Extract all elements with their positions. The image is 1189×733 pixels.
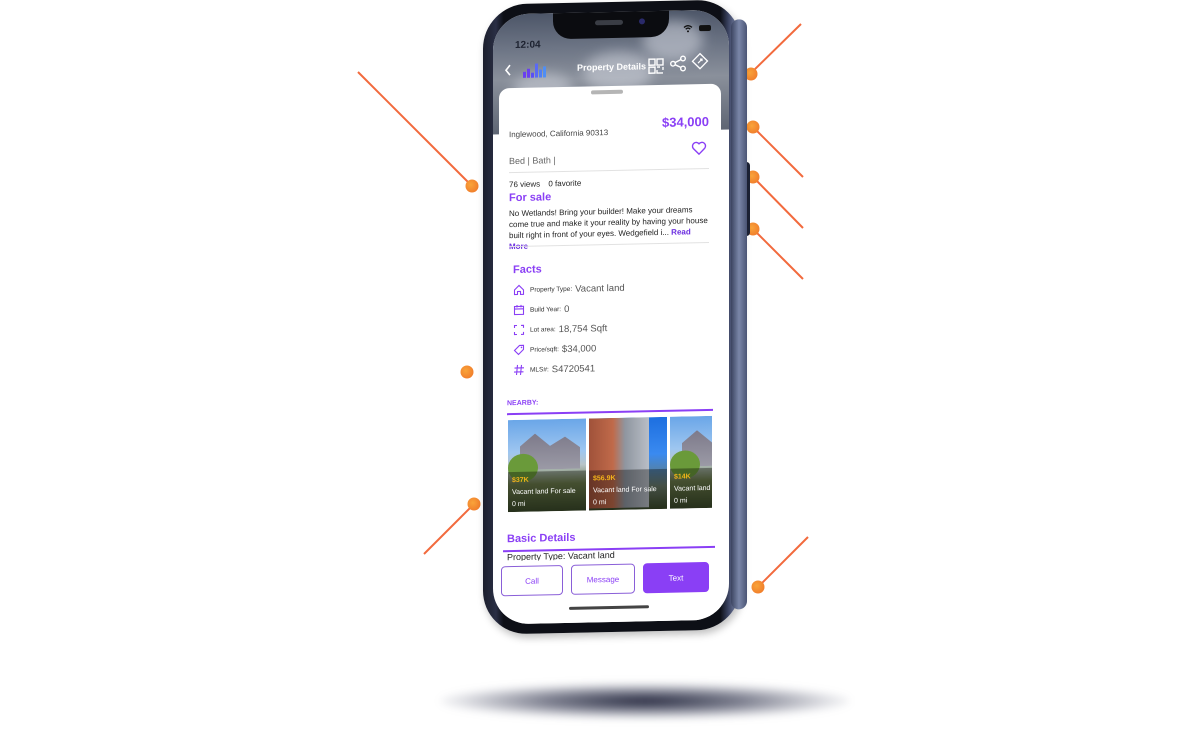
fact-value: $34,000 [561, 342, 597, 355]
property-price: $34,000 [662, 113, 709, 130]
front-camera [639, 18, 645, 25]
nearby-heading: NEARBY: [507, 399, 539, 408]
callout-left-3 [310, 497, 481, 555]
callout-left-2 [280, 365, 474, 379]
property-address: Inglewood, California 90313 [509, 128, 609, 140]
callout-right-2 [746, 120, 912, 178]
share-icon[interactable] [669, 54, 687, 72]
text-button[interactable]: Text [643, 561, 709, 594]
fact-value: 0 [564, 303, 570, 315]
nearby-divider [507, 408, 713, 415]
fact-label: Lot area [530, 325, 554, 334]
home-indicator[interactable] [569, 605, 649, 610]
tag-icon[interactable] [691, 52, 709, 70]
callout-right-5 [751, 536, 918, 594]
callout-left-1 [250, 71, 479, 193]
nearby-distance: 0 mi [512, 500, 526, 509]
status-icons [683, 24, 711, 33]
hash-icon [514, 364, 524, 376]
fact-label: Price/sqft [530, 345, 558, 354]
back-button[interactable] [503, 63, 517, 79]
views-count: 76 views [509, 179, 541, 190]
fact-value: 18,754 Sqft [558, 322, 608, 335]
phone-frame: 12:04 Property Details Inglewood, Califo… [483, 0, 747, 635]
nearby-card[interactable]: $56.9K Vacant land For sale 0 mi [589, 416, 667, 511]
fact-label: MLS# [530, 365, 547, 374]
heart-icon[interactable] [691, 140, 707, 156]
nearby-card[interactable]: $14K Vacant land For sale 0 mi [670, 415, 712, 509]
nearby-distance: 0 mi [593, 499, 607, 507]
bed-bath-info: Bed | Bath | [509, 155, 556, 167]
notch [553, 9, 669, 40]
message-button[interactable]: Message [571, 563, 635, 595]
fact-label: Property Type [530, 285, 571, 294]
battery-icon [699, 24, 711, 32]
status-time: 12:04 [515, 39, 541, 52]
phone-floor-shadow [440, 683, 850, 719]
divider [509, 167, 709, 174]
nearby-price: $14K [674, 473, 691, 481]
wifi-icon [683, 25, 693, 33]
call-button[interactable]: Call [501, 565, 563, 597]
fact-label: Build Year [530, 305, 560, 314]
views-favorites: 76 views 0 favorite [509, 179, 581, 190]
basic-details-row: Property Type: Vacant land [507, 549, 615, 562]
brand-logo[interactable] [521, 61, 551, 80]
page-title: Property Details [577, 61, 647, 73]
fact-value: S4720541 [551, 362, 596, 375]
phone-side-rail [731, 19, 747, 610]
sheet-grabber[interactable] [591, 89, 623, 95]
expand-icon [513, 324, 525, 336]
nearby-card[interactable]: $37K Vacant land For sale 0 mi [508, 418, 586, 513]
property-details-sheet: Inglewood, California 90313 $34,000 Bed … [499, 83, 721, 625]
fact-price-sqft: Price/sqft: $34,000 [513, 342, 596, 356]
home-icon [513, 284, 525, 296]
fact-mls: MLS#: S4720541 [513, 362, 595, 376]
callout-right-1 [744, 23, 912, 81]
price-tag-icon [513, 344, 525, 356]
speaker [595, 19, 623, 26]
facts-heading: Facts [513, 263, 542, 277]
nearby-type: Vacant land For sale [674, 484, 712, 493]
app-header: Property Details [493, 52, 729, 85]
status-heading: For sale [509, 191, 552, 205]
callout-right-4 [746, 222, 912, 280]
favorite-count: 0 favorite [548, 178, 582, 189]
fact-build-year: Build Year: 0 [513, 303, 569, 316]
callout-right-3 [746, 170, 992, 229]
nearby-price: $37K [512, 476, 529, 485]
fact-property-type: Property Type: Vacant land [513, 282, 625, 296]
calendar-icon [513, 304, 525, 316]
fact-lot-area: Lot area: 18,754 Sqft [513, 322, 607, 336]
nearby-distance: 0 mi [674, 497, 688, 505]
nearby-type: Vacant land For sale [512, 487, 576, 497]
nearby-type: Vacant land For sale [593, 486, 657, 495]
chevron-left-icon [504, 64, 511, 76]
basic-details-heading: Basic Details [507, 531, 576, 546]
nearby-price: $56.9K [593, 474, 616, 483]
fact-value: Vacant land [575, 282, 625, 295]
qr-code-icon[interactable] [647, 57, 665, 75]
phone-screen: 12:04 Property Details Inglewood, Califo… [493, 9, 729, 625]
